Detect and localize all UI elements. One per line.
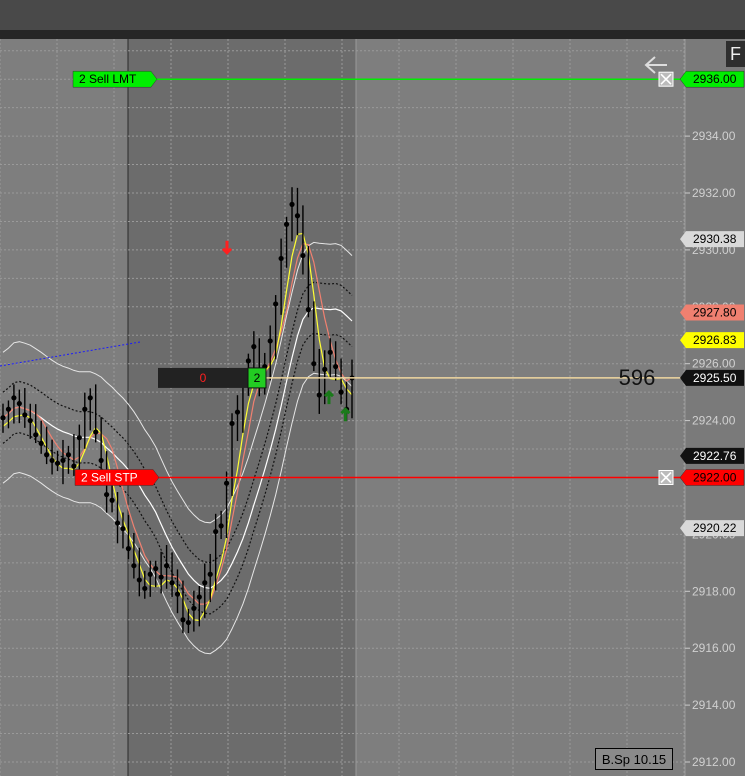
position-pnl-text: 0 [200, 371, 207, 385]
position-qty-text: 2 [254, 371, 261, 385]
price-bar-close [289, 201, 295, 207]
axis-tick-label: 2916.00 [692, 641, 736, 655]
price-bar-close [142, 585, 148, 592]
price-bar-close [338, 389, 344, 395]
price-bar-close [180, 617, 186, 623]
price-bar-close [283, 221, 290, 227]
price-bar-close [71, 463, 77, 469]
price-bar-close [136, 577, 142, 583]
price-bar-close [114, 520, 121, 526]
price-bar-close [33, 432, 39, 438]
price-bar-close [311, 361, 317, 367]
price-bar-close [251, 344, 257, 350]
price-bar-close [82, 406, 88, 412]
price-bar-close [98, 457, 104, 464]
price-bar-close [65, 452, 72, 458]
price-bar-close [316, 392, 322, 398]
session-shading [128, 39, 356, 776]
instrument-stamp: B.Sp 10.15 [595, 748, 673, 770]
position-price-label: 2925.50 [693, 371, 737, 385]
price-axis-panel [685, 39, 745, 776]
price-bar-close [245, 358, 251, 364]
price-tag-label: 2922.76 [693, 449, 737, 463]
order-label-text: 2 Sell LMT [79, 72, 137, 86]
axis-tick-label: 2912.00 [692, 755, 736, 769]
price-bar-close [234, 409, 241, 415]
price-bar-close [120, 526, 126, 532]
price-bar-close [229, 420, 235, 427]
price-tag-label: 2920.22 [693, 521, 737, 535]
order-price-label: 2922.00 [693, 471, 737, 485]
price-bar-close [11, 395, 17, 401]
price-bar-close [125, 546, 132, 552]
price-bar-close [213, 528, 219, 535]
price-bar-close [60, 457, 66, 464]
price-chart[interactable]: 2934.002932.002930.002928.002926.002924.… [0, 39, 745, 776]
price-bar-close [300, 252, 306, 259]
window-toolbar-strip [0, 30, 745, 39]
order-price-label: 2936.00 [693, 72, 737, 86]
price-bar-close [22, 412, 28, 418]
axis-tick-label: 2918.00 [692, 584, 736, 598]
price-bar-close [54, 460, 61, 466]
price-bar-close [305, 307, 311, 313]
price-bar-close [218, 523, 224, 529]
price-bar-close [27, 418, 33, 424]
price-bar-close [104, 491, 110, 498]
window-title-bar [0, 0, 745, 30]
price-bar-close [185, 619, 192, 626]
price-bar-close [202, 580, 208, 586]
price-bar-close [207, 571, 213, 577]
axis-tick-label: 2914.00 [692, 698, 736, 712]
order-label-text: 2 Sell STP [81, 471, 138, 485]
price-bar-close [163, 563, 170, 569]
price-bar-close [0, 415, 6, 421]
price-bar-close [49, 457, 55, 464]
price-bar-close [158, 574, 164, 580]
price-bar-close [223, 480, 230, 486]
axis-tick-label: 2932.00 [692, 186, 736, 200]
price-bar-close [76, 435, 82, 441]
price-bar-close [196, 594, 202, 600]
price-bar-close [93, 429, 99, 435]
price-bar-close [109, 497, 115, 503]
price-bar-close [327, 349, 333, 355]
price-bar-close [87, 395, 93, 401]
price-bar-close [44, 452, 50, 458]
axis-tick-label: 2924.00 [692, 414, 736, 428]
price-bar-close [16, 400, 22, 407]
position-ticks-label: 596 [619, 365, 656, 390]
axis-tick-label: 2934.00 [692, 129, 736, 143]
price-bar-close [38, 440, 44, 446]
price-bar-close [333, 363, 339, 370]
price-bar-close [169, 580, 175, 586]
price-bar-close [174, 591, 181, 597]
price-tag-label: 2930.38 [693, 232, 737, 246]
price-bar-close [147, 571, 153, 577]
price-bar-close [267, 338, 273, 344]
price-bar-close [294, 213, 301, 219]
axis-tick-label: 2926.00 [692, 357, 736, 371]
price-bar-close [273, 301, 279, 307]
price-tag-label: 2926.83 [693, 333, 737, 347]
price-bar-close [5, 406, 12, 412]
price-bar-close [278, 255, 284, 262]
price-bar-close [322, 366, 328, 372]
price-bar-close [153, 565, 159, 572]
price-bar-close [191, 605, 197, 611]
price-bar-close [131, 563, 137, 569]
chart-background [0, 39, 745, 776]
price-tag-label: 2927.80 [693, 305, 737, 319]
fullscreen-button[interactable]: F [726, 41, 745, 67]
